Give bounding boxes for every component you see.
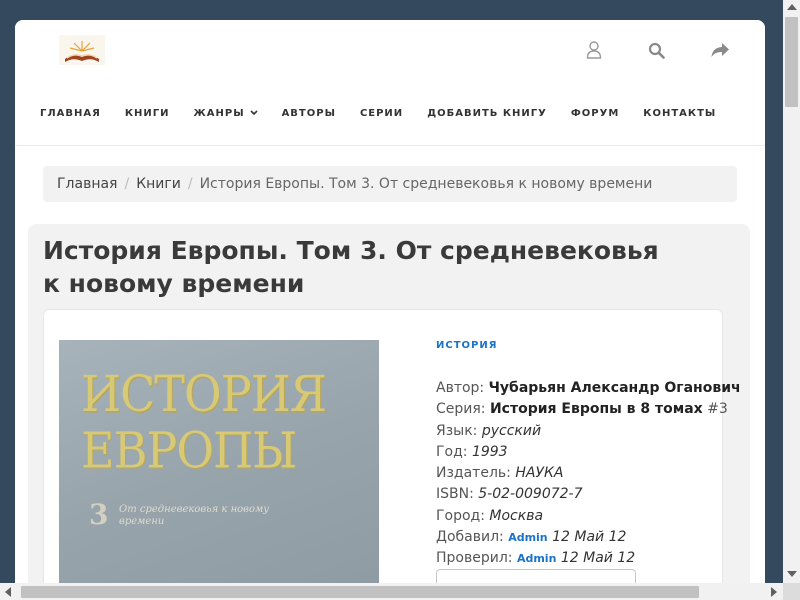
meta-label: Проверил: bbox=[436, 550, 513, 567]
horizontal-scroll-thumb[interactable] bbox=[21, 586, 699, 598]
meta-author: Автор: Чубарьян Александр Оганович bbox=[436, 378, 741, 399]
main-nav: ГЛАВНАЯ КНИГИ ЖАНРЫ АВТОРЫ СЕРИИ ДОБАВИТ… bbox=[28, 108, 728, 119]
vertical-scroll-thumb[interactable] bbox=[785, 17, 798, 107]
meta-value: 12 Май 12 bbox=[560, 550, 636, 567]
book-meta: ИСТОРИЯ Автор: Чубарьян Александр Оганов… bbox=[436, 336, 741, 570]
scroll-down-arrow-icon[interactable] bbox=[787, 571, 797, 577]
breadcrumb: Главная / Книги / История Европы. Том 3.… bbox=[43, 166, 737, 202]
meta-year: Год: 1993 bbox=[436, 442, 716, 463]
header-icons bbox=[562, 40, 751, 60]
meta-value: 12 Май 12 bbox=[552, 529, 627, 546]
scroll-right-arrow-icon[interactable] bbox=[771, 587, 777, 597]
breadcrumb-books[interactable]: Книги bbox=[136, 176, 181, 192]
book-cover-image[interactable]: ИСТОРИЯ ЕВРОПЫ 3 От средневековья к ново… bbox=[59, 340, 379, 600]
breadcrumb-separator: / bbox=[187, 176, 193, 192]
vertical-scrollbar[interactable] bbox=[783, 0, 800, 583]
breadcrumb-separator: / bbox=[124, 176, 130, 192]
genre-tag[interactable]: ИСТОРИЯ bbox=[436, 340, 497, 351]
nav-item-authors[interactable]: АВТОРЫ bbox=[270, 108, 348, 119]
meta-checked: Проверил: Admin 12 Май 12 bbox=[436, 548, 716, 569]
nav-item-genres[interactable]: ЖАНРЫ bbox=[182, 108, 270, 119]
nav-item-series[interactable]: СЕРИИ bbox=[348, 108, 415, 119]
cover-title-line: ЕВРОПЫ bbox=[81, 420, 297, 480]
breadcrumb-current: История Европы. Том 3. От средневековья … bbox=[199, 176, 653, 192]
meta-label: Год: bbox=[436, 443, 468, 460]
author-link[interactable]: Чубарьян Александр Оганович bbox=[489, 380, 741, 396]
nav-item-forum[interactable]: ФОРУМ bbox=[559, 108, 631, 119]
meta-label: Добавил: bbox=[436, 529, 504, 546]
series-number: #3 bbox=[707, 401, 728, 418]
nav-label: КНИГИ bbox=[124, 108, 170, 119]
nav-label: СЕРИИ bbox=[359, 108, 404, 119]
cover-title-line: ИСТОРИЯ bbox=[81, 364, 327, 424]
share-icon[interactable] bbox=[688, 40, 751, 60]
chevron-down-icon bbox=[249, 109, 258, 118]
page-title: История Европы. Том 3. От средневековья … bbox=[43, 236, 659, 298]
meta-series: Серия: История Европы в 8 томах #3 bbox=[436, 399, 728, 420]
scrollbar-corner bbox=[783, 583, 800, 600]
scroll-left-arrow-icon[interactable] bbox=[5, 587, 11, 597]
meta-label: Город: bbox=[436, 507, 485, 524]
series-link[interactable]: История Европы в 8 томах bbox=[490, 401, 703, 417]
nav-label: ГЛАВНАЯ bbox=[40, 108, 101, 119]
nav-label: ЖАНРЫ bbox=[193, 108, 245, 119]
nav-label: КОНТАКТЫ bbox=[643, 108, 717, 119]
meta-city: Город: Москва bbox=[436, 506, 716, 527]
page: ГЛАВНАЯ КНИГИ ЖАНРЫ АВТОРЫ СЕРИИ ДОБАВИТ… bbox=[15, 20, 765, 600]
meta-language: Язык: русский bbox=[436, 421, 716, 442]
cover-subtitle: От средневековья к новому времени bbox=[119, 504, 270, 527]
cover-volume: 3 bbox=[89, 498, 109, 531]
nav-label: ФОРУМ bbox=[570, 108, 620, 119]
book-card: ИСТОРИЯ ЕВРОПЫ 3 От средневековья к ново… bbox=[43, 309, 741, 600]
meta-value: 1993 bbox=[471, 443, 508, 460]
meta-label: Язык: bbox=[436, 422, 478, 439]
nav-item-books[interactable]: КНИГИ bbox=[113, 108, 182, 119]
nav-label: ДОБАВИТЬ КНИГУ bbox=[427, 108, 547, 119]
horizontal-scrollbar[interactable] bbox=[0, 583, 783, 600]
cover-title: ИСТОРИЯ ЕВРОПЫ bbox=[81, 364, 327, 480]
nav-item-contacts[interactable]: КОНТАКТЫ bbox=[631, 108, 728, 119]
user-icon[interactable] bbox=[562, 40, 625, 60]
search-icon[interactable] bbox=[625, 40, 688, 60]
book-panel: История Европы. Том 3. От средневековья … bbox=[28, 224, 750, 600]
meta-label: Автор: bbox=[436, 380, 485, 396]
site-header: ГЛАВНАЯ КНИГИ ЖАНРЫ АВТОРЫ СЕРИИ ДОБАВИТ… bbox=[15, 20, 765, 146]
meta-label: Издатель: bbox=[436, 465, 511, 482]
scroll-up-arrow-icon[interactable] bbox=[787, 4, 797, 10]
breadcrumb-home[interactable]: Главная bbox=[57, 176, 117, 192]
meta-label: ISBN: bbox=[436, 486, 474, 503]
nav-label: АВТОРЫ bbox=[281, 108, 336, 119]
meta-isbn: ISBN: 5-02-009072-7 bbox=[436, 484, 716, 505]
nav-item-home[interactable]: ГЛАВНАЯ bbox=[28, 108, 113, 119]
nav-item-add-book[interactable]: ДОБАВИТЬ КНИГУ bbox=[415, 108, 559, 119]
meta-value: 5-02-009072-7 bbox=[478, 486, 583, 503]
checked-by-link[interactable]: Admin bbox=[517, 552, 556, 565]
open-book-icon[interactable] bbox=[59, 35, 105, 65]
meta-label: Серия: bbox=[436, 401, 486, 418]
main-content: Главная / Книги / История Европы. Том 3.… bbox=[15, 147, 765, 600]
added-by-link[interactable]: Admin bbox=[508, 531, 547, 544]
meta-added: Добавил: Admin 12 Май 12 bbox=[436, 527, 716, 548]
meta-value: НАУКА bbox=[515, 465, 564, 482]
meta-value: Москва bbox=[489, 507, 544, 524]
meta-value: русский bbox=[481, 422, 542, 439]
meta-publisher: Издатель: НАУКА bbox=[436, 463, 716, 484]
